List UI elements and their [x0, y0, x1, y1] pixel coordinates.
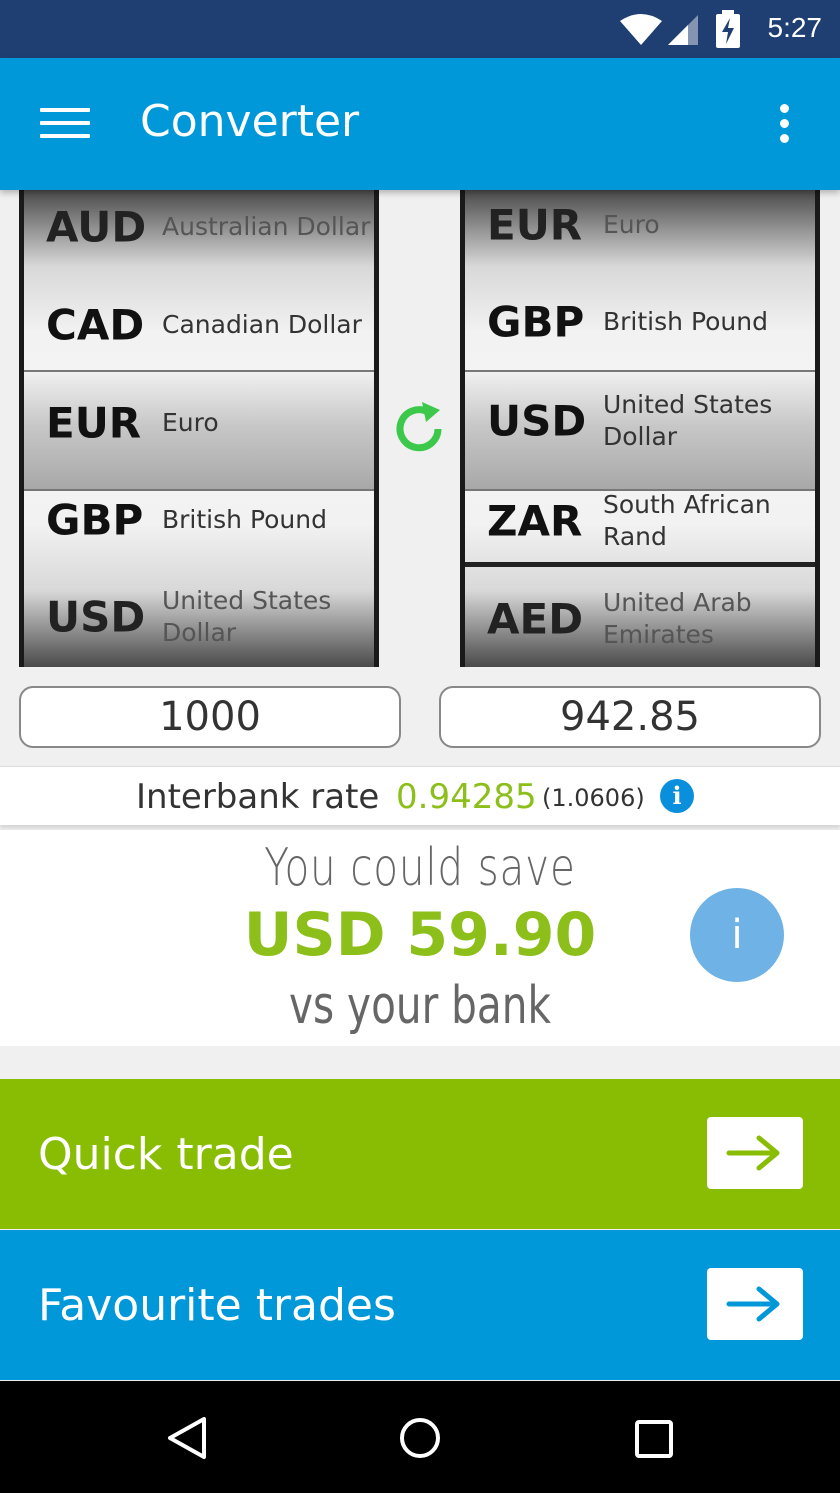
arrow-right-icon[interactable] — [707, 1117, 803, 1189]
to-row-zar[interactable]: ZAR South African Rand — [465, 472, 815, 569]
to-amount-input[interactable]: 942.85 — [439, 686, 821, 748]
currency-code: GBP — [487, 297, 585, 346]
currency-code: USD — [487, 396, 587, 445]
currency-code: EUR — [46, 398, 142, 447]
currency-name: Euro — [603, 209, 660, 239]
to-row-aed[interactable]: AED United Arab Emirates — [465, 570, 815, 667]
currency-code: ZAR — [487, 496, 583, 545]
savings-info-icon[interactable]: i — [690, 888, 784, 982]
from-row-aud[interactable]: AUD Australian Dollar — [24, 190, 374, 275]
currency-name: Canadian Dollar — [162, 309, 362, 339]
wifi-icon — [620, 14, 662, 45]
favourite-trades-label: Favourite trades — [38, 1280, 396, 1331]
to-row-gbp[interactable]: GBP British Pound — [465, 273, 815, 370]
clock: 5:27 — [767, 12, 823, 43]
currency-name: Australian Dollar — [162, 211, 371, 241]
currency-name: British Pound — [603, 306, 768, 336]
status-bar: 5:27 — [0, 0, 840, 58]
app-bar: Converter — [0, 58, 840, 190]
back-icon[interactable] — [164, 1415, 208, 1461]
recent-apps-icon[interactable] — [634, 1419, 674, 1459]
currency-name: United States Dollar — [603, 389, 773, 451]
savings-outro: vs your bank — [289, 976, 551, 1036]
home-icon[interactable] — [398, 1415, 442, 1461]
to-row-usd-selected[interactable]: USD United States Dollar — [465, 372, 815, 469]
to-row-eur[interactable]: EUR Euro — [465, 190, 815, 273]
rate-inverse: (1.0606) — [542, 784, 645, 812]
favourite-trades-button[interactable]: Favourite trades — [0, 1230, 840, 1380]
quick-trade-button[interactable]: Quick trade — [0, 1079, 840, 1229]
from-row-gbp[interactable]: GBP British Pound — [24, 471, 374, 568]
cell-signal-icon — [668, 15, 698, 45]
from-amount-input[interactable]: 1000 — [19, 686, 401, 748]
from-row-usd[interactable]: USD United States Dollar — [24, 568, 374, 665]
battery-charging-icon — [716, 10, 740, 48]
swap-refresh-icon[interactable] — [388, 398, 450, 460]
overflow-menu-icon[interactable] — [776, 104, 792, 146]
rate-value: 0.94285 — [396, 777, 537, 817]
currency-name: South African Rand — [603, 489, 771, 551]
currency-name: British Pound — [162, 504, 327, 534]
currency-code: AUD — [46, 202, 147, 251]
currency-name: United States Dollar — [162, 585, 332, 647]
to-currency-picker[interactable]: EUR Euro GBP British Pound USD United St… — [460, 190, 820, 667]
quick-trade-label: Quick trade — [38, 1129, 294, 1180]
currency-name: Euro — [162, 407, 219, 437]
from-currency-picker[interactable]: AUD Australian Dollar CAD Canadian Dolla… — [19, 190, 379, 667]
from-row-cad[interactable]: CAD Canadian Dollar — [24, 276, 374, 373]
currency-code: USD — [46, 592, 146, 641]
page-title: Converter — [140, 96, 360, 147]
interbank-rate-bar: Interbank rate 0.94285 (1.0606) i — [0, 766, 840, 825]
arrow-right-icon[interactable] — [707, 1268, 803, 1340]
currency-code: AED — [487, 594, 584, 643]
hamburger-menu-icon[interactable] — [40, 108, 90, 140]
system-nav-bar — [0, 1381, 840, 1493]
savings-intro: You could save — [264, 838, 576, 898]
currency-code: EUR — [487, 200, 583, 249]
currency-code: GBP — [46, 495, 144, 544]
currency-name: United Arab Emirates — [603, 587, 752, 649]
currency-code: CAD — [46, 300, 145, 349]
rate-label: Interbank rate — [136, 777, 380, 817]
rate-info-icon[interactable]: i — [660, 779, 694, 813]
from-row-eur-selected[interactable]: EUR Euro — [24, 374, 374, 471]
savings-panel: You could save USD 59.90 vs your bank i — [0, 830, 840, 1046]
